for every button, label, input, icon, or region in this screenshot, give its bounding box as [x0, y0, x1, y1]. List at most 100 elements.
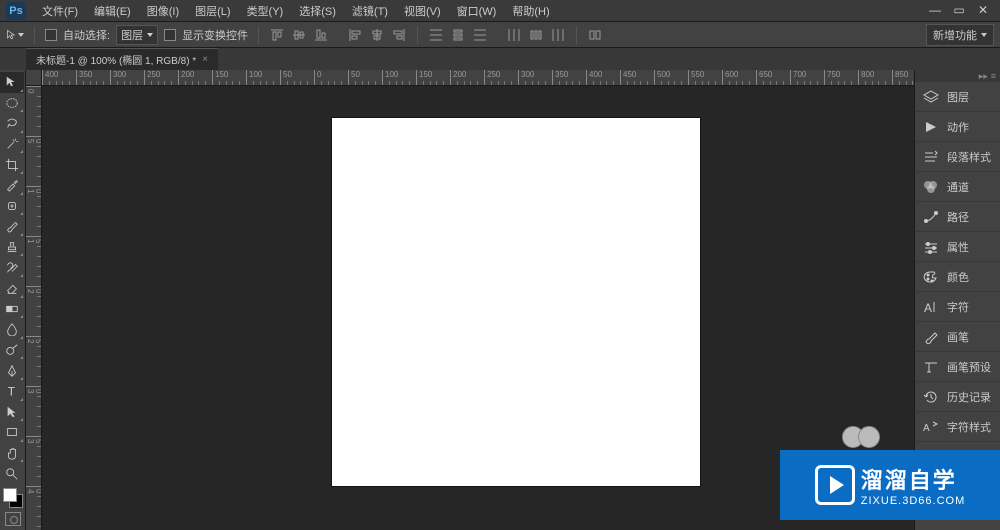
auto-select-checkbox[interactable] — [45, 29, 57, 41]
align-top-icon[interactable] — [269, 27, 285, 43]
distribute-right-icon[interactable] — [550, 27, 566, 43]
path-select-tool[interactable] — [0, 402, 24, 423]
gradient-tool[interactable] — [0, 299, 24, 320]
svg-text:T: T — [8, 385, 16, 399]
panel-paths[interactable]: 路径 — [915, 202, 1000, 232]
menu-bar: Ps 文件(F) 编辑(E) 图像(I) 图层(L) 类型(Y) 选择(S) 滤… — [0, 0, 1000, 22]
app-logo: Ps — [6, 2, 26, 20]
color-swatches[interactable] — [0, 484, 25, 530]
auto-select-label: 自动选择: — [63, 27, 110, 43]
menu-edit[interactable]: 编辑(E) — [86, 0, 139, 22]
ruler-corner — [26, 70, 42, 86]
brush-presets-icon — [923, 360, 939, 374]
horizontal-ruler[interactable]: 4003503002502001501005005010015020025030… — [42, 70, 914, 86]
auto-align-icon[interactable] — [587, 27, 603, 43]
watermark-mascot — [842, 426, 880, 448]
play-icon — [923, 120, 939, 134]
foreground-color[interactable] — [3, 488, 17, 502]
menu-window[interactable]: 窗口(W) — [449, 0, 505, 22]
menu-type[interactable]: 类型(Y) — [239, 0, 292, 22]
type-tool[interactable]: T — [0, 381, 24, 402]
svg-text:A: A — [924, 301, 932, 314]
panel-color[interactable]: 颜色 — [915, 262, 1000, 292]
dodge-tool[interactable] — [0, 340, 24, 361]
document-tab[interactable]: 未标题-1 @ 100% (椭圆 1, RGB/8) * × — [26, 48, 218, 70]
brush-icon — [923, 330, 939, 344]
options-bar: 自动选择: 图层 显示变换控件 新增功能 — [0, 22, 1000, 48]
menu-view[interactable]: 视图(V) — [396, 0, 449, 22]
align-hcenter-icon[interactable] — [369, 27, 385, 43]
history-brush-tool[interactable] — [0, 257, 24, 278]
eyedropper-tool[interactable] — [0, 175, 24, 196]
eraser-tool[interactable] — [0, 278, 24, 299]
show-transform-label: 显示变换控件 — [182, 27, 248, 43]
distribute-vcenter-icon[interactable] — [450, 27, 466, 43]
new-feature-dropdown[interactable]: 新增功能 — [926, 24, 994, 46]
menu-image[interactable]: 图像(I) — [139, 0, 187, 22]
watermark-title: 溜溜自学 — [861, 463, 965, 495]
panel-actions[interactable]: 动作 — [915, 112, 1000, 142]
lasso-tool[interactable] — [0, 113, 24, 134]
watermark: 溜溜自学 ZIXUE.3D66.COM — [780, 450, 1000, 520]
maximize-button[interactable]: ▭ — [948, 3, 970, 19]
distribute-top-icon[interactable] — [428, 27, 444, 43]
panel-brush-presets[interactable]: 画笔预设 — [915, 352, 1000, 382]
auto-select-dropdown[interactable]: 图层 — [116, 25, 158, 45]
zoom-tool[interactable] — [0, 463, 24, 484]
menu-select[interactable]: 选择(S) — [291, 0, 344, 22]
panel-brush[interactable]: 画笔 — [915, 322, 1000, 352]
close-button[interactable]: ✕ — [972, 3, 994, 19]
menu-help[interactable]: 帮助(H) — [504, 0, 557, 22]
panel-char-styles[interactable]: A 字符样式 — [915, 412, 1000, 442]
para-styles-icon — [923, 150, 939, 164]
pen-tool[interactable] — [0, 360, 24, 381]
quick-mask-icon[interactable] — [5, 512, 21, 526]
distribute-left-icon[interactable] — [506, 27, 522, 43]
watermark-url: ZIXUE.3D66.COM — [861, 495, 965, 507]
artboard[interactable] — [332, 118, 700, 486]
move-tool[interactable] — [0, 72, 24, 93]
play-logo-icon — [815, 465, 855, 505]
char-styles-icon: A — [923, 420, 939, 434]
shape-tool[interactable] — [0, 422, 24, 443]
distribute-hcenter-icon[interactable] — [528, 27, 544, 43]
menu-filter[interactable]: 滤镜(T) — [344, 0, 396, 22]
paths-icon — [923, 210, 939, 224]
distribute-bottom-icon[interactable] — [472, 27, 488, 43]
move-tool-icon — [6, 26, 24, 44]
blur-tool[interactable] — [0, 319, 24, 340]
minimize-button[interactable]: — — [924, 3, 946, 19]
show-transform-checkbox[interactable] — [164, 29, 176, 41]
crop-tool[interactable] — [0, 154, 24, 175]
character-icon: A — [923, 300, 939, 314]
menu-layer[interactable]: 图层(L) — [187, 0, 238, 22]
svg-text:A: A — [923, 423, 930, 434]
toolbox: T — [0, 70, 26, 530]
panel-properties[interactable]: 属性 — [915, 232, 1000, 262]
stamp-tool[interactable] — [0, 237, 24, 258]
chevron-down-icon — [147, 33, 153, 37]
marquee-tool[interactable] — [0, 93, 24, 114]
align-bottom-icon[interactable] — [313, 27, 329, 43]
align-right-icon[interactable] — [391, 27, 407, 43]
panel-layers[interactable]: 图层 — [915, 82, 1000, 112]
panel-history[interactable]: 历史记录 — [915, 382, 1000, 412]
panel-channels[interactable]: 通道 — [915, 172, 1000, 202]
align-vcenter-icon[interactable] — [291, 27, 307, 43]
panel-collapse-bar[interactable]: ▸▸≡ — [915, 70, 1000, 82]
menu-file[interactable]: 文件(F) — [34, 0, 86, 22]
chevron-down-icon — [981, 33, 987, 37]
align-left-icon[interactable] — [347, 27, 363, 43]
vertical-ruler[interactable]: 050100150200250300350400450 — [26, 86, 42, 530]
magic-wand-tool[interactable] — [0, 134, 24, 155]
healing-tool[interactable] — [0, 196, 24, 217]
hand-tool[interactable] — [0, 443, 24, 464]
layers-icon — [923, 90, 939, 104]
brush-tool[interactable] — [0, 216, 24, 237]
panel-character[interactable]: A 字符 — [915, 292, 1000, 322]
color-icon — [923, 270, 939, 284]
history-icon — [923, 390, 939, 404]
channels-icon — [923, 180, 939, 194]
close-tab-icon[interactable]: × — [202, 54, 208, 65]
panel-paragraph-styles[interactable]: 段落样式 — [915, 142, 1000, 172]
